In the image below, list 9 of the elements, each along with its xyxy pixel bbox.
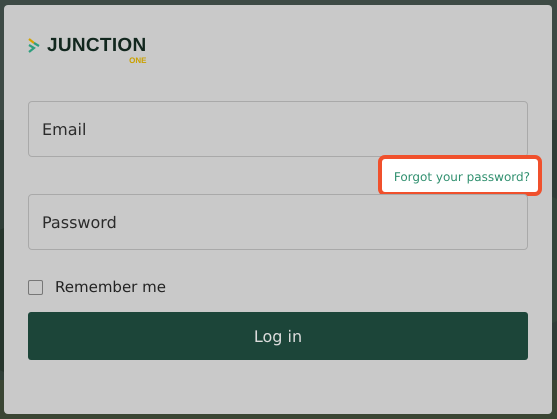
remember-checkbox[interactable] (28, 280, 43, 294)
logo-wordmark: JUNCTION (47, 36, 147, 56)
login-button[interactable]: Log in (28, 312, 528, 360)
password-field[interactable]: Password (28, 194, 528, 250)
forgot-password-link[interactable]: Forgot your password? (394, 170, 530, 184)
logo-subtitle: ONE (129, 56, 147, 65)
chevron-logo-icon (28, 37, 42, 55)
remember-label: Remember me (55, 278, 166, 296)
email-field[interactable]: Email (28, 101, 528, 157)
